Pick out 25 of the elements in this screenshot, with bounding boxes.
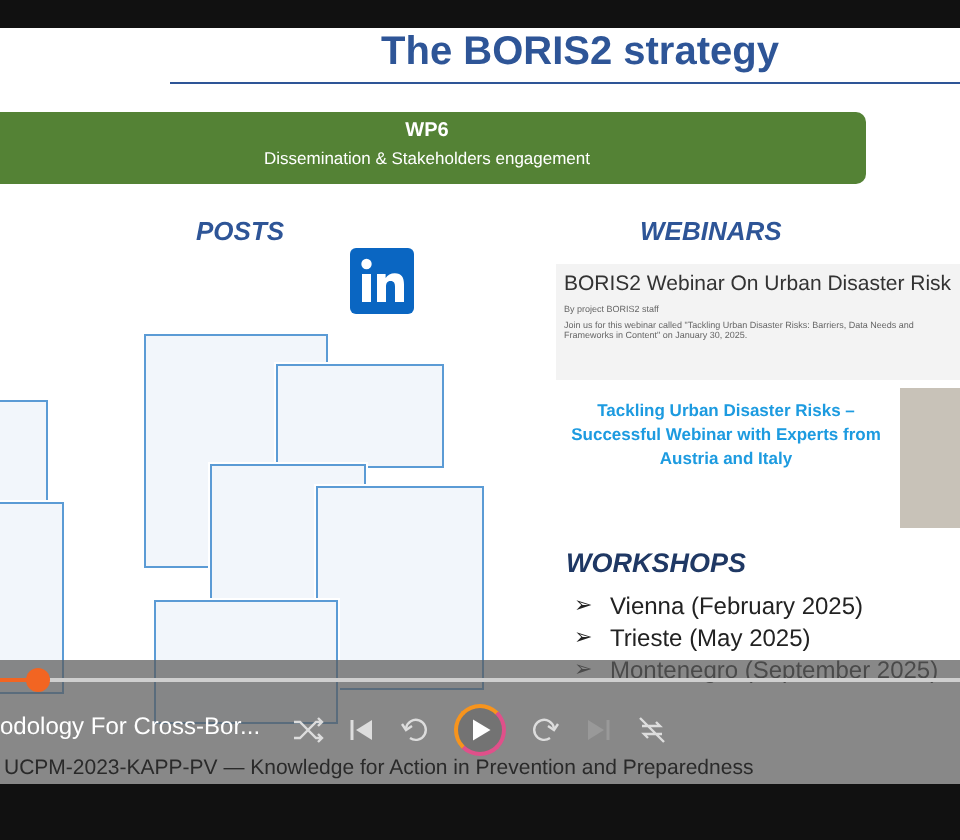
play-button[interactable]	[454, 704, 506, 756]
section-heading: WEBINARS	[640, 216, 782, 246]
webinar-title: BORIS2 Webinar On Urban Disaster Risk	[562, 270, 954, 296]
banner-heading: WP6	[403, 120, 451, 142]
section-heading: POSTS	[196, 216, 285, 246]
repeat-off-icon[interactable]	[636, 714, 668, 746]
webinar-highlight: Tackling Urban Disaster Risks – Successful Webinar with Experts from Austria and Italy	[569, 400, 883, 472]
shuffle-icon[interactable]	[292, 714, 324, 746]
photo-placeholder	[900, 388, 960, 528]
previous-icon[interactable]	[346, 714, 378, 746]
seek-thumb[interactable]	[26, 668, 51, 692]
workshop-item: Trieste (May 2025)	[610, 624, 811, 652]
bullet-icon: ➢	[574, 624, 592, 652]
video-title: odology For Cross-Bor...	[0, 712, 261, 740]
video-subtitle: UCPM-2023-KAPP-PV — Knowledge for Action in Prevention and Preparedness	[4, 756, 754, 780]
section-heading: WORKSHOPS	[566, 548, 747, 578]
workshop-item: Montenegro (September 2025)	[610, 656, 939, 684]
rewind-10-icon[interactable]	[400, 714, 432, 746]
bullet-icon: ➢	[574, 592, 592, 620]
bullet-icon: ➢	[574, 656, 592, 684]
linkedin-icon	[350, 248, 414, 314]
banner-subtitle: Dissemination & Stakeholders engagement	[261, 148, 592, 168]
forward-30-icon[interactable]	[528, 714, 560, 746]
workshop-item: Vienna (February 2025)	[610, 592, 864, 620]
slide-title: The BORIS2 strategy	[379, 30, 781, 76]
